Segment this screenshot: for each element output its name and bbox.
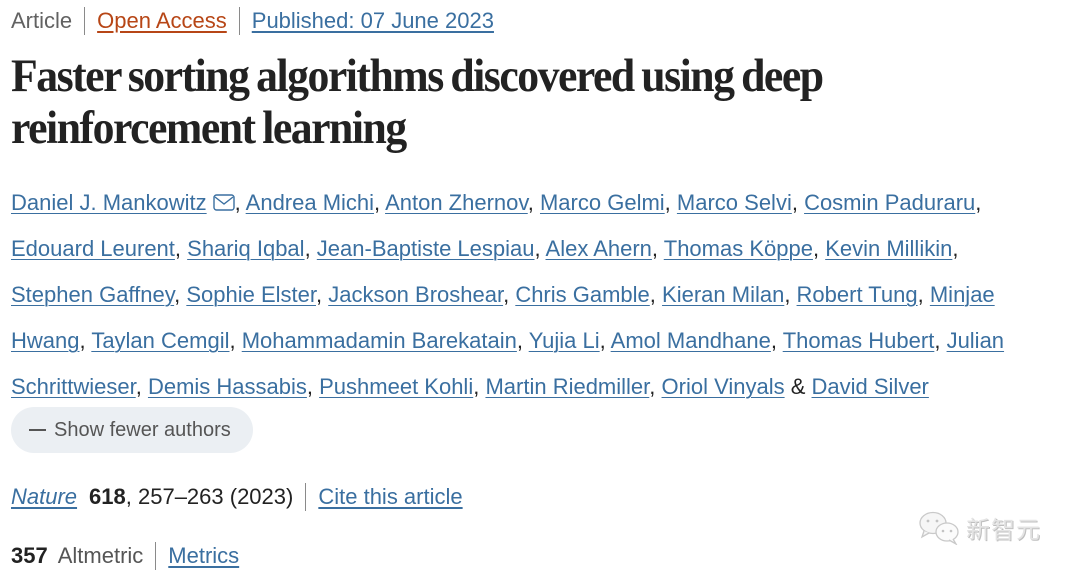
author-link[interactable]: Robert Tung xyxy=(797,282,918,307)
author-separator: , xyxy=(649,282,663,307)
author-separator: , xyxy=(952,236,959,261)
author-link[interactable]: Schrittwieser xyxy=(11,374,136,399)
author-link[interactable]: David Silver xyxy=(812,374,929,399)
author-link[interactable]: Stephen Gaffney xyxy=(11,282,174,307)
author-separator: , xyxy=(664,190,677,215)
author-link[interactable]: Taylan Cemgil xyxy=(91,328,229,353)
altmetric-label: Altmetric xyxy=(57,543,144,568)
author-link[interactable]: Julian xyxy=(947,328,1004,353)
metrics-link[interactable]: Metrics xyxy=(168,541,239,571)
author-list: Daniel J. Mankowitz, Andrea Michi, Anton… xyxy=(11,180,1075,410)
author-link[interactable]: Andrea Michi xyxy=(246,190,374,215)
author-link[interactable]: Amol Mandhane xyxy=(611,328,771,353)
author-separator: , xyxy=(917,282,930,307)
divider xyxy=(84,7,86,35)
author-separator: , xyxy=(651,236,664,261)
author-link[interactable]: Marco Selvi xyxy=(677,190,792,215)
author-link[interactable]: Hwang xyxy=(11,328,79,353)
metrics-row: 357 Altmetric Metrics xyxy=(11,541,239,571)
author-separator: , xyxy=(304,236,317,261)
article-title: Faster sorting algorithms discovered usi… xyxy=(11,50,1034,154)
citation-row: Nature 618 , 257–263 (2023) Cite this ar… xyxy=(11,482,463,512)
author-line: Edouard Leurent, Shariq Iqbal, Jean-Bapt… xyxy=(11,226,1075,272)
title-line-2: reinforcement learning xyxy=(11,102,407,154)
author-separator: , xyxy=(791,190,805,215)
author-link[interactable]: Pushmeet Kohli xyxy=(319,374,473,399)
author-link[interactable]: Anton Zhernov xyxy=(385,190,528,215)
author-link[interactable]: Demis Hassabis xyxy=(148,374,307,399)
author-line: Daniel J. Mankowitz, Andrea Michi, Anton… xyxy=(11,180,1075,226)
author-separator: , xyxy=(79,328,92,353)
author-link[interactable]: Yujia Li xyxy=(529,328,600,353)
author-separator: , xyxy=(374,190,386,215)
divider xyxy=(155,542,157,570)
watermark-text: 新智元 xyxy=(966,516,1041,544)
published-date-link[interactable]: Published: 07 June 2023 xyxy=(252,6,494,36)
show-fewer-authors-label: Show fewer authors xyxy=(54,419,231,441)
volume: 618 xyxy=(89,484,126,509)
author-link[interactable]: Chris Gamble xyxy=(515,282,649,307)
author-link[interactable]: Martin Riedmiller xyxy=(485,374,649,399)
author-link[interactable]: Oriol Vinyals xyxy=(662,374,785,399)
envelope-icon[interactable] xyxy=(212,194,235,211)
author-link[interactable]: Kevin Millikin xyxy=(825,236,952,261)
author-separator: , xyxy=(473,374,486,399)
author-line: Schrittwieser, Demis Hassabis, Pushmeet … xyxy=(11,364,1075,410)
author-link[interactable]: Jean-Baptiste Lespiau xyxy=(317,236,535,261)
altmetric-score: 357 xyxy=(11,543,48,568)
watermark: 新智元 xyxy=(918,510,1041,545)
author-separator: , xyxy=(174,282,187,307)
author-link[interactable]: Minjae xyxy=(930,282,995,307)
author-link[interactable]: Thomas Köppe xyxy=(664,236,813,261)
author-separator: , xyxy=(135,374,148,399)
author-separator: , xyxy=(649,374,662,399)
author-separator: , xyxy=(534,236,546,261)
author-separator: , xyxy=(516,328,529,353)
author-separator: , xyxy=(975,190,982,215)
author-link[interactable]: Thomas Hubert xyxy=(783,328,935,353)
author-line: Stephen Gaffney, Sophie Elster, Jackson … xyxy=(11,272,1075,318)
author-link[interactable]: Mohammadamin Barekatain xyxy=(242,328,517,353)
author-link[interactable]: Jackson Broshear xyxy=(328,282,503,307)
author-separator: , xyxy=(770,328,783,353)
author-separator: , xyxy=(599,328,611,353)
author-separator: , xyxy=(784,282,797,307)
divider xyxy=(305,483,307,511)
cite-this-article-link[interactable]: Cite this article xyxy=(318,482,462,512)
author-separator: , xyxy=(812,236,826,261)
author-separator: , xyxy=(315,282,329,307)
article-type: Article xyxy=(11,8,73,33)
divider xyxy=(238,7,240,35)
title-line-1: Faster sorting algorithms discovered usi… xyxy=(11,50,824,102)
author-link[interactable]: Daniel J. Mankowitz xyxy=(11,190,207,215)
show-fewer-authors-button[interactable]: Show fewer authors xyxy=(11,407,253,453)
author-link[interactable]: Marco Gelmi xyxy=(540,190,665,215)
journal-link[interactable]: Nature xyxy=(11,482,77,512)
author-link[interactable]: Cosmin Paduraru xyxy=(804,190,975,215)
minus-icon xyxy=(29,429,46,431)
article-meta: Article Open Access Published: 07 June 2… xyxy=(11,6,494,36)
author-separator: , xyxy=(306,374,320,399)
author-line: Hwang, Taylan Cemgil, Mohammadamin Barek… xyxy=(11,318,1075,364)
author-link[interactable]: Kieran Milan xyxy=(662,282,784,307)
author-separator: , xyxy=(934,328,947,353)
open-access-link[interactable]: Open Access xyxy=(97,6,227,36)
wechat-icon xyxy=(919,511,959,545)
author-separator: , xyxy=(174,236,188,261)
author-separator: & xyxy=(784,374,812,399)
author-separator: , xyxy=(527,190,540,215)
author-separator: , xyxy=(234,190,246,215)
author-separator: , xyxy=(229,328,242,353)
author-link[interactable]: Sophie Elster xyxy=(186,282,316,307)
pages-year: , 257–263 (2023) xyxy=(125,484,294,509)
author-link[interactable]: Shariq Iqbal xyxy=(187,236,304,261)
author-link[interactable]: Edouard Leurent xyxy=(11,236,175,261)
author-link[interactable]: Alex Ahern xyxy=(546,236,652,261)
author-separator: , xyxy=(503,282,516,307)
